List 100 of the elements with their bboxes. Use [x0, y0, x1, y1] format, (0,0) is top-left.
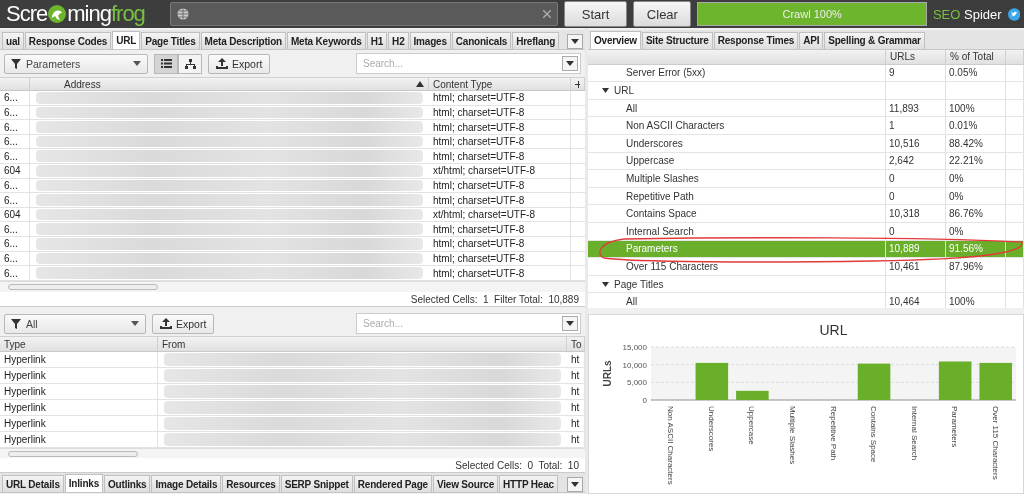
- table-cell: 0%: [949, 190, 964, 202]
- tab[interactable]: H2: [388, 32, 409, 49]
- column-header[interactable]: Address: [64, 78, 101, 90]
- table-row[interactable]: Contains Space 10,318 86.76%: [588, 205, 1024, 223]
- tab[interactable]: Inlinks: [64, 474, 104, 492]
- table-cell: 0: [889, 225, 895, 237]
- caret-icon: [571, 482, 579, 487]
- scrollbar-thumb[interactable]: [8, 284, 158, 290]
- filter-dropdown[interactable]: Parameters: [4, 53, 148, 74]
- tab[interactable]: URL Details: [2, 475, 64, 492]
- list-icon: [160, 59, 172, 68]
- bird-icon[interactable]: [1007, 7, 1020, 21]
- tab[interactable]: URL: [112, 31, 141, 49]
- table-cell: 10,516: [889, 137, 920, 149]
- tab[interactable]: Overview: [590, 30, 641, 49]
- table-cell: html; charset=UTF-8: [429, 105, 571, 120]
- tab[interactable]: Images: [409, 32, 451, 49]
- table-cell: html; charset=UTF-8: [429, 134, 571, 149]
- table-cell: Hyperlink: [0, 432, 158, 447]
- table-cell: html; charset=UTF-8: [429, 193, 571, 207]
- column-header[interactable]: From: [162, 338, 186, 350]
- filter-dropdown[interactable]: All: [4, 313, 146, 334]
- table-cell: 6...: [0, 178, 30, 193]
- table-cell: ht: [567, 368, 585, 383]
- tab[interactable]: Response Times: [713, 31, 799, 49]
- axis-tick-label: Repetitive Path: [828, 406, 838, 461]
- add-column-icon[interactable]: [575, 80, 580, 88]
- bar: [736, 390, 769, 400]
- table-cell: xt/html; charset=UTF-8: [429, 164, 571, 178]
- tab[interactable]: ual: [2, 32, 24, 49]
- table-cell: html; charset=UTF-8: [429, 237, 571, 251]
- table-row[interactable]: Over 115 Characters 10,461 87.96%: [588, 258, 1024, 276]
- table-cell: 6...: [0, 222, 30, 237]
- tab[interactable]: Meta Description: [200, 32, 286, 49]
- view-toggle[interactable]: [154, 53, 178, 74]
- axis-tick-label: Internal Search: [909, 406, 919, 461]
- expanded-arrow-icon[interactable]: [602, 280, 609, 288]
- tab[interactable]: Resources: [222, 475, 280, 492]
- expanded-arrow-icon[interactable]: [602, 87, 609, 95]
- clear-button[interactable]: Clear: [633, 1, 692, 27]
- table-cell: 0: [889, 190, 895, 202]
- table-cell: 0%: [949, 173, 964, 184]
- tab[interactable]: Outlinks: [104, 475, 151, 492]
- tab[interactable]: SERP Snippet: [280, 475, 353, 492]
- table-cell: html; charset=UTF-8: [429, 251, 571, 266]
- table-row[interactable]: Non ASCII Characters 1 0.01%: [588, 117, 1024, 135]
- more-tabs-button[interactable]: [567, 477, 583, 492]
- table-cell: 100%: [949, 296, 975, 308]
- tab[interactable]: HTTP Heac: [499, 475, 558, 492]
- axis-tick-label: Parameters: [950, 406, 960, 448]
- column-header[interactable]: URLs: [890, 51, 915, 63]
- tab[interactable]: Page Titles: [141, 32, 200, 49]
- tab[interactable]: H1: [366, 32, 388, 49]
- tab[interactable]: API: [799, 31, 824, 49]
- url-field[interactable]: [169, 2, 558, 26]
- row-label: Over 115 Characters: [626, 260, 719, 272]
- table-cell: 0.01%: [949, 120, 978, 132]
- start-button[interactable]: Start: [563, 1, 628, 27]
- caret-icon: [566, 61, 574, 66]
- row-label: All: [626, 102, 638, 114]
- table-row[interactable]: Multiple Slashes 0 0%: [588, 170, 1024, 188]
- sort-icon[interactable]: [416, 81, 424, 87]
- table-row[interactable]: Underscores 10,516 88.42%: [588, 135, 1024, 153]
- tab[interactable]: Site Structure: [641, 31, 713, 49]
- scrollbar-thumb[interactable]: [8, 450, 138, 457]
- export-icon: [160, 318, 172, 329]
- table-cell: ht: [567, 384, 585, 399]
- more-tabs-button[interactable]: [567, 34, 583, 49]
- tab[interactable]: Response Codes: [24, 32, 112, 49]
- table-cell: html; charset=UTF-8: [429, 91, 571, 105]
- bar: [979, 362, 1012, 400]
- table-cell: html; charset=UTF-8: [429, 120, 571, 134]
- progress-label: Crawl 100%: [782, 8, 842, 20]
- caret-icon: [131, 321, 139, 326]
- axis-tick-label: 5,000: [626, 378, 647, 388]
- tab[interactable]: Canonicals: [451, 32, 512, 49]
- tab[interactable]: Spelling & Grammar: [824, 31, 925, 49]
- column-header[interactable]: Type: [4, 338, 26, 350]
- table-cell: 6...: [0, 134, 30, 149]
- axis-tick-label: Over 115 Characters: [990, 406, 1000, 480]
- column-header[interactable]: To: [571, 338, 582, 350]
- table-cell: 6...: [0, 266, 30, 280]
- row-label: Multiple Slashes: [626, 173, 699, 184]
- column-header[interactable]: Content Type: [433, 78, 493, 90]
- tab[interactable]: Meta Keywords: [286, 32, 366, 49]
- table-cell: 1: [889, 120, 895, 132]
- view-toggle[interactable]: [178, 53, 202, 74]
- chart-title: URL: [819, 322, 848, 338]
- tab[interactable]: Hreflang: [512, 32, 560, 49]
- table-cell: html; charset=UTF-8: [429, 266, 571, 280]
- row-label: All: [626, 296, 638, 308]
- export-button[interactable]: Export: [152, 313, 215, 334]
- column-header[interactable]: % of Total: [950, 51, 994, 63]
- clear-icon[interactable]: [542, 10, 551, 18]
- tab[interactable]: View Source: [432, 475, 499, 492]
- tab[interactable]: Image Details: [151, 475, 222, 492]
- export-button[interactable]: Export: [208, 53, 271, 74]
- axis-tick-label: 15,000: [622, 343, 647, 352]
- tab[interactable]: Rendered Page: [353, 475, 432, 492]
- table-cell: 91.56%: [949, 243, 983, 255]
